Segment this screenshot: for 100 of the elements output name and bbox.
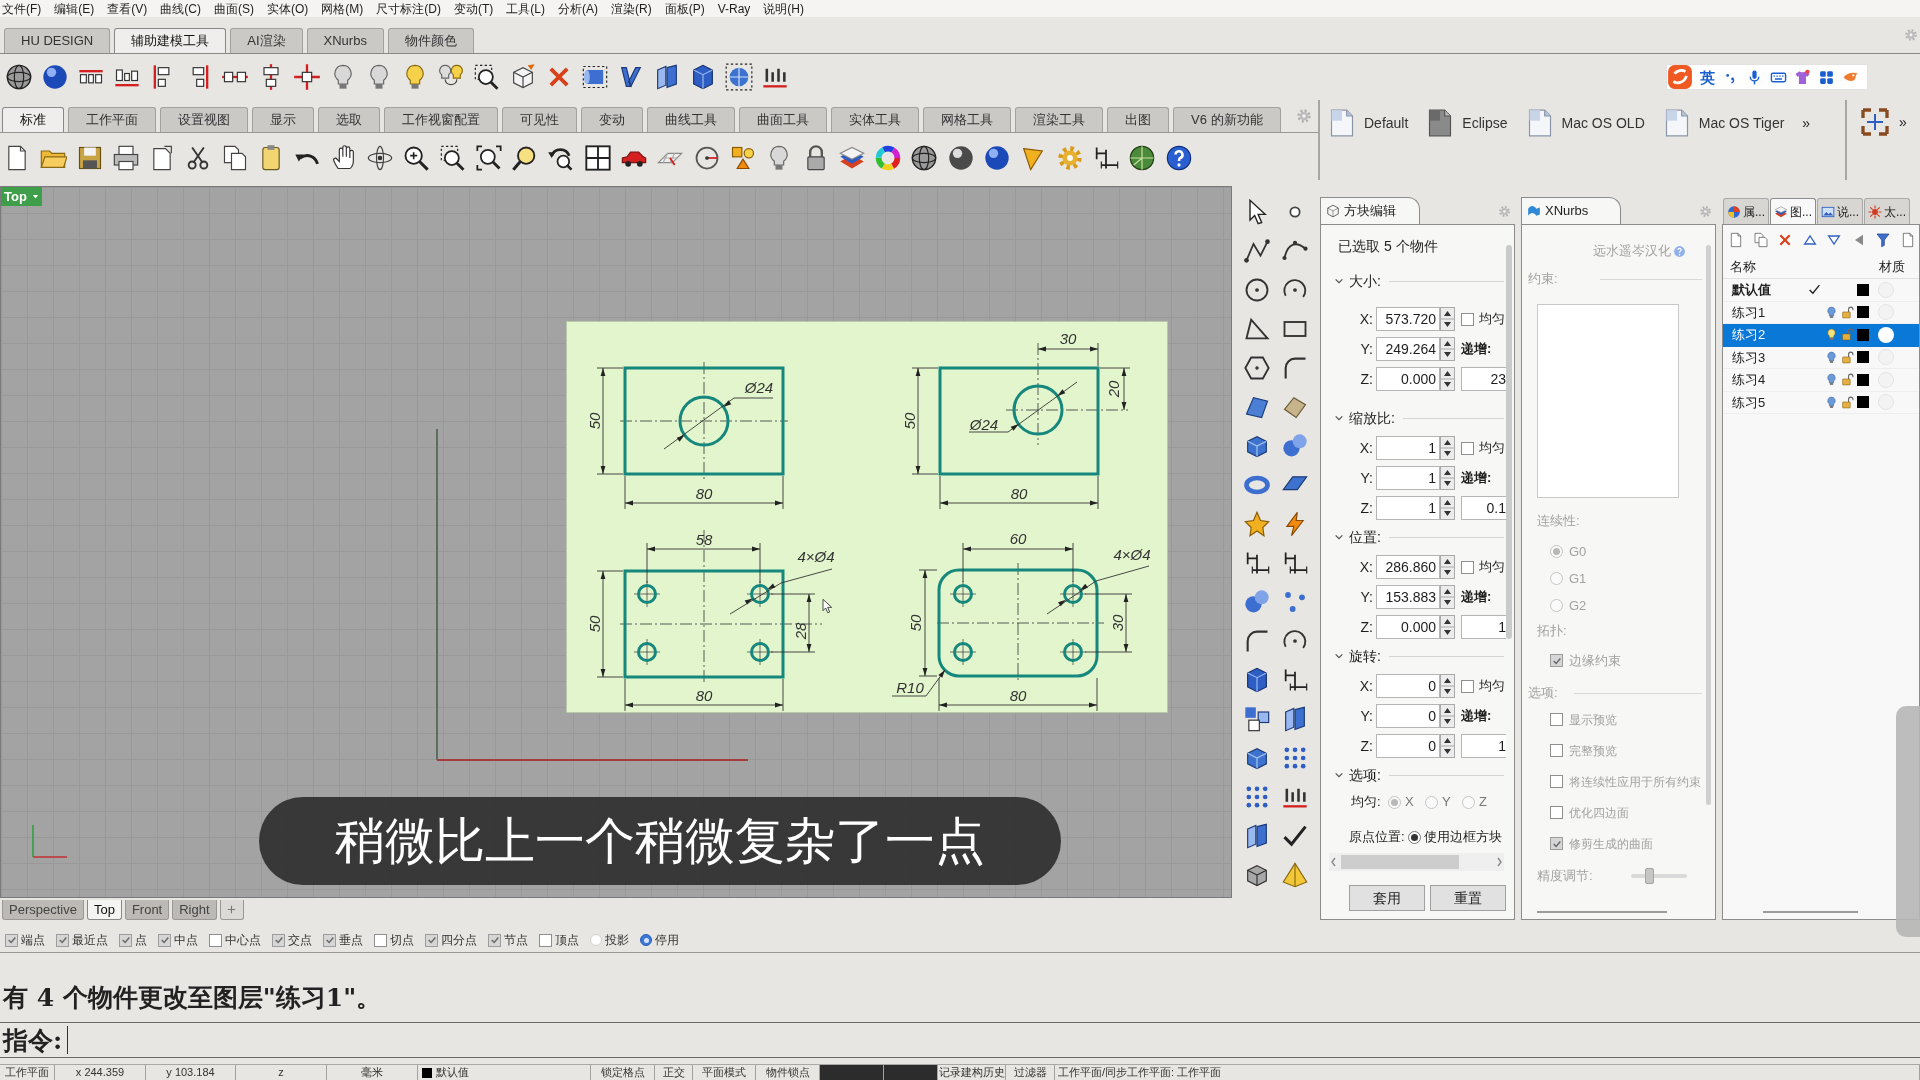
theme-option[interactable]: Mac OS Tiger xyxy=(1662,107,1785,139)
theme-option[interactable]: Eclipse xyxy=(1426,107,1508,139)
checkbox[interactable] xyxy=(1461,312,1474,326)
ribbon-tab[interactable]: HU DESIGN xyxy=(4,28,111,53)
toolbar-tab[interactable]: 实体工具 xyxy=(831,107,919,132)
menu-item[interactable]: V-Ray xyxy=(717,2,751,15)
spheres-icon[interactable] xyxy=(1243,588,1271,616)
spinner-icon[interactable] xyxy=(1440,436,1455,460)
number-field[interactable]: 249.264 xyxy=(1376,337,1440,361)
radio-button[interactable] xyxy=(1550,572,1563,585)
padlock-icon[interactable] xyxy=(1840,305,1854,319)
checkbox[interactable] xyxy=(5,933,18,947)
number-field[interactable]: 1 xyxy=(1376,466,1440,490)
number-field[interactable]: 1 xyxy=(1376,496,1440,520)
toolbar-tab[interactable]: 出图 xyxy=(1107,107,1169,132)
toolbar-tab[interactable]: 标准 xyxy=(2,107,64,132)
zoom-icon[interactable] xyxy=(402,144,431,172)
checkbox[interactable] xyxy=(209,933,222,947)
spinner-icon[interactable] xyxy=(1440,367,1455,391)
toolbar-tab[interactable]: 可见性 xyxy=(502,107,577,132)
viewport-tab[interactable]: Top xyxy=(86,900,122,920)
layer-row[interactable]: 默认值 xyxy=(1723,279,1919,302)
delete-icon[interactable] xyxy=(1777,232,1793,248)
chevron-down-icon[interactable] xyxy=(1334,413,1344,423)
chevron-down-icon[interactable] xyxy=(1334,770,1344,780)
number-field[interactable]: 573.720 xyxy=(1376,307,1440,331)
number-field[interactable]: 0.1 xyxy=(1461,496,1506,520)
menu-item[interactable]: 尺寸标注(D) xyxy=(376,2,441,15)
ime-logo-icon[interactable] xyxy=(1667,64,1693,90)
ribbon-tab[interactable]: 辅助建模工具 xyxy=(114,28,227,53)
checkbox[interactable] xyxy=(1461,560,1474,574)
number-field[interactable]: 1 xyxy=(1376,436,1440,460)
layer-row[interactable]: 练习2 xyxy=(1723,324,1919,347)
sphere-icon[interactable] xyxy=(910,144,939,172)
vertical-scrollbar[interactable] xyxy=(1706,245,1711,805)
padlock-icon[interactable] xyxy=(1840,350,1854,364)
status-toggle[interactable]: 平面模式 xyxy=(693,1065,756,1080)
spheres-icon[interactable] xyxy=(1281,432,1309,460)
filter-icon[interactable] xyxy=(1875,232,1891,248)
zoom-window-icon[interactable] xyxy=(473,63,501,91)
padlock-icon[interactable] xyxy=(1840,328,1854,342)
number-field[interactable]: 1 xyxy=(1461,615,1506,639)
globe-icon[interactable] xyxy=(1128,144,1157,172)
checkbox[interactable] xyxy=(56,933,69,947)
four-viewports-icon[interactable] xyxy=(583,144,612,172)
menu-item[interactable]: 面板(P) xyxy=(664,2,705,15)
more-button[interactable]: » xyxy=(1899,106,1907,138)
panel-tab[interactable]: 图... xyxy=(1770,198,1816,224)
cylinder-icon[interactable] xyxy=(581,63,609,91)
color-swatch[interactable] xyxy=(1857,306,1869,319)
color-swatch[interactable] xyxy=(1857,283,1869,296)
padlock-icon[interactable] xyxy=(1840,395,1854,409)
ime-mode-button[interactable]: 英 xyxy=(1700,69,1715,85)
lightbulb-icon[interactable] xyxy=(1824,395,1838,409)
horizontal-scrollbar[interactable] xyxy=(1763,911,1858,913)
spinner-icon[interactable] xyxy=(1440,734,1455,758)
printer-icon[interactable] xyxy=(111,144,140,172)
toolbar-tab[interactable]: 选取 xyxy=(318,107,380,132)
menu-item[interactable]: 曲面(S) xyxy=(214,2,254,15)
zoom-extents-icon[interactable] xyxy=(474,144,503,172)
toolbar-tab[interactable]: 曲面工具 xyxy=(739,107,827,132)
checkbox[interactable] xyxy=(119,933,132,947)
lightbulb-icon[interactable] xyxy=(1824,373,1838,387)
polyline-icon[interactable] xyxy=(1243,237,1271,265)
number-field[interactable]: 0 xyxy=(1376,674,1440,698)
more-button[interactable]: » xyxy=(1802,107,1811,139)
number-field[interactable]: 0 xyxy=(1376,734,1440,758)
toolbar-tab[interactable]: 显示 xyxy=(252,107,314,132)
panel-button[interactable]: 重置 xyxy=(1430,885,1506,911)
radio-button[interactable] xyxy=(1425,795,1438,809)
checkbox[interactable] xyxy=(1550,654,1563,667)
crosshair-icon[interactable] xyxy=(293,63,321,91)
number-field[interactable]: 0.000 xyxy=(1376,615,1440,639)
toolbar-tab[interactable]: 渲染工具 xyxy=(1015,107,1103,132)
spinner-icon[interactable] xyxy=(1440,337,1455,361)
menu-item[interactable]: 网格(M) xyxy=(321,2,364,15)
toolbar-tab[interactable]: 工作视窗配置 xyxy=(384,107,498,132)
menu-item[interactable]: 分析(A) xyxy=(558,2,598,15)
globe-icon[interactable] xyxy=(725,63,753,91)
shirt-icon[interactable] xyxy=(1794,68,1811,86)
panel-tab[interactable]: 属... xyxy=(1723,198,1769,224)
color-swatch[interactable] xyxy=(1857,328,1869,341)
layer-status[interactable]: 默认值 xyxy=(418,1065,591,1080)
checkbox[interactable] xyxy=(272,933,285,947)
pyramid-icon[interactable] xyxy=(1281,861,1309,889)
checkbox[interactable] xyxy=(425,933,438,947)
toolbar-tab[interactable]: 变动 xyxy=(581,107,643,132)
chevron-down-icon[interactable] xyxy=(1334,651,1344,661)
radio-button[interactable] xyxy=(640,934,652,946)
sphere-icon[interactable] xyxy=(983,144,1011,172)
number-field[interactable]: 23 xyxy=(1461,367,1506,391)
panel-tab[interactable]: 说... xyxy=(1817,198,1863,224)
spinner-icon[interactable] xyxy=(1440,307,1455,331)
rotate-view-icon[interactable] xyxy=(365,144,394,172)
checkbox[interactable] xyxy=(323,933,336,947)
menu-item[interactable]: 说明(H) xyxy=(763,2,805,15)
help-icon[interactable] xyxy=(1164,144,1193,172)
material-swatch[interactable] xyxy=(1878,326,1894,343)
radio-button[interactable] xyxy=(1550,545,1563,558)
checkbox[interactable] xyxy=(1461,441,1474,455)
